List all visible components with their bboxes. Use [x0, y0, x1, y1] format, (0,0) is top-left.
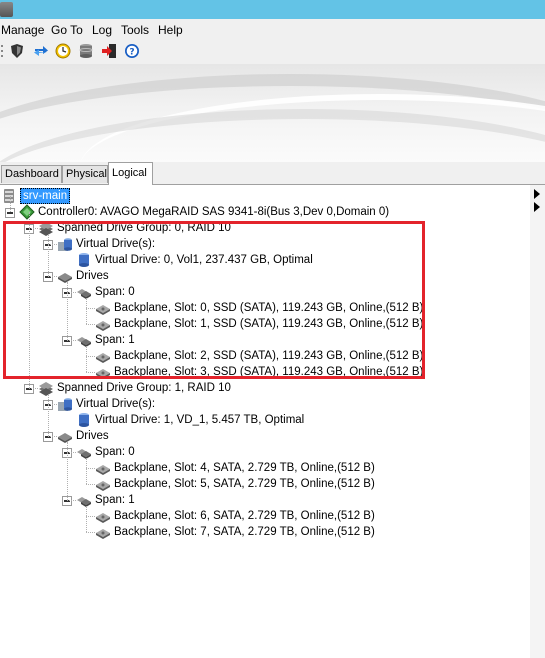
tree-node-physical-drive[interactable]: Backplane, Slot: 4, SATA, 2.729 TB, Onli… — [0, 460, 530, 476]
tree-node-virtual-drive-label: Virtual Drive: 1, VD_1, 5.457 TB, Optima… — [95, 414, 305, 426]
app-icon — [0, 2, 13, 17]
tree-connector — [67, 442, 68, 500]
tree-node-span-label: Span: 1 — [95, 494, 135, 506]
menu-help[interactable]: Help — [158, 23, 183, 37]
drive-group-icon — [39, 382, 53, 396]
shield-icon[interactable] — [9, 43, 25, 59]
tree-connector — [86, 506, 87, 532]
tree-node-virtual-drive[interactable]: Virtual Drive: 1, VD_1, 5.457 TB, Optima… — [0, 412, 530, 428]
disk-icon — [96, 481, 110, 491]
tree-node-span[interactable]: Span: 1 — [0, 492, 530, 508]
tree-node-span-label: Span: 0 — [95, 446, 135, 458]
tree-connector — [67, 452, 76, 453]
tree-node-physical-drive-label: Backplane, Slot: 7, SATA, 2.729 TB, Onli… — [114, 526, 375, 538]
view-tabs: Dashboard Physical Logical — [0, 162, 545, 185]
tree-node-physical-drive-label: Backplane, Slot: 4, SATA, 2.729 TB, Onli… — [114, 462, 375, 474]
tree-connector — [29, 388, 38, 389]
menu-bar: Manage Go To Log Tools Help — [0, 19, 545, 40]
help-icon[interactable]: ? — [124, 43, 140, 59]
tree-node-span[interactable]: Span: 0 — [0, 444, 530, 460]
toolbar: ? — [0, 40, 545, 64]
tree-node-controller-label: Controller0: AVAGO MegaRAID SAS 9341-8i(… — [38, 206, 390, 218]
tree-connector — [86, 484, 95, 485]
tree-connector — [48, 394, 49, 436]
drives-icon — [58, 433, 72, 443]
scroll-arrow-icon[interactable] — [534, 202, 540, 212]
span-icon — [77, 449, 91, 459]
tree-connector — [86, 516, 95, 517]
tree-connector — [86, 458, 87, 484]
virtual-drives-icon — [58, 398, 72, 411]
server-icon — [4, 189, 14, 203]
highlight-box — [3, 221, 425, 379]
menu-tools[interactable]: Tools — [121, 23, 149, 37]
tree-connector — [48, 404, 57, 405]
tree-connector — [67, 500, 76, 501]
tab-dashboard[interactable]: Dashboard — [1, 165, 62, 183]
header-banner — [0, 64, 545, 162]
refresh-icon[interactable] — [33, 43, 49, 59]
tree-node-server[interactable]: srv-main — [0, 188, 530, 204]
tree-node-physical-drive[interactable]: Backplane, Slot: 6, SATA, 2.729 TB, Onli… — [0, 508, 530, 524]
toolbar-grip-icon — [1, 45, 3, 57]
database-icon[interactable] — [78, 43, 94, 59]
tree-node-physical-drive[interactable]: Backplane, Slot: 7, SATA, 2.729 TB, Onli… — [0, 524, 530, 540]
vertical-scrollbar[interactable] — [530, 185, 545, 658]
tree-node-drive-group[interactable]: Spanned Drive Group: 1, RAID 10 — [0, 380, 530, 396]
tree-connector — [86, 532, 95, 533]
scroll-arrow-icon[interactable] — [534, 189, 540, 199]
controller-icon — [19, 204, 35, 220]
tree-node-virtual-drives-label: Virtual Drive(s): — [76, 398, 156, 410]
tree-node-server-label: srv-main — [20, 188, 71, 204]
title-bar — [0, 0, 545, 19]
disk-icon — [96, 465, 110, 475]
tree-node-drive-group-label: Spanned Drive Group: 1, RAID 10 — [57, 382, 231, 394]
tree-connector — [10, 196, 11, 212]
disk-icon — [96, 529, 110, 539]
tree-node-physical-drive[interactable]: Backplane, Slot: 5, SATA, 2.729 TB, Onli… — [0, 476, 530, 492]
tree-node-controller[interactable]: Controller0: AVAGO MegaRAID SAS 9341-8i(… — [0, 204, 530, 220]
tree-node-virtual-drives[interactable]: Virtual Drive(s): — [0, 396, 530, 412]
tree-node-physical-drive-label: Backplane, Slot: 5, SATA, 2.729 TB, Onli… — [114, 478, 375, 490]
tree-connector — [48, 436, 57, 437]
tree-node-drives-label: Drives — [76, 430, 109, 442]
disk-icon — [96, 513, 110, 523]
menu-go-to[interactable]: Go To — [51, 23, 83, 37]
span-icon — [77, 497, 91, 507]
tree-node-physical-drive-label: Backplane, Slot: 6, SATA, 2.729 TB, Onli… — [114, 510, 375, 522]
virtual-drive-icon — [79, 413, 89, 427]
tree-connector — [86, 468, 95, 469]
menu-manage[interactable]: Manage — [1, 23, 44, 37]
svg-text:?: ? — [129, 48, 134, 58]
tab-logical[interactable]: Logical — [108, 162, 153, 185]
tab-physical[interactable]: Physical — [62, 165, 108, 183]
menu-log[interactable]: Log — [92, 23, 112, 37]
exit-icon[interactable] — [101, 43, 117, 59]
clock-icon[interactable] — [55, 43, 71, 59]
tree-node-drives[interactable]: Drives — [0, 428, 530, 444]
